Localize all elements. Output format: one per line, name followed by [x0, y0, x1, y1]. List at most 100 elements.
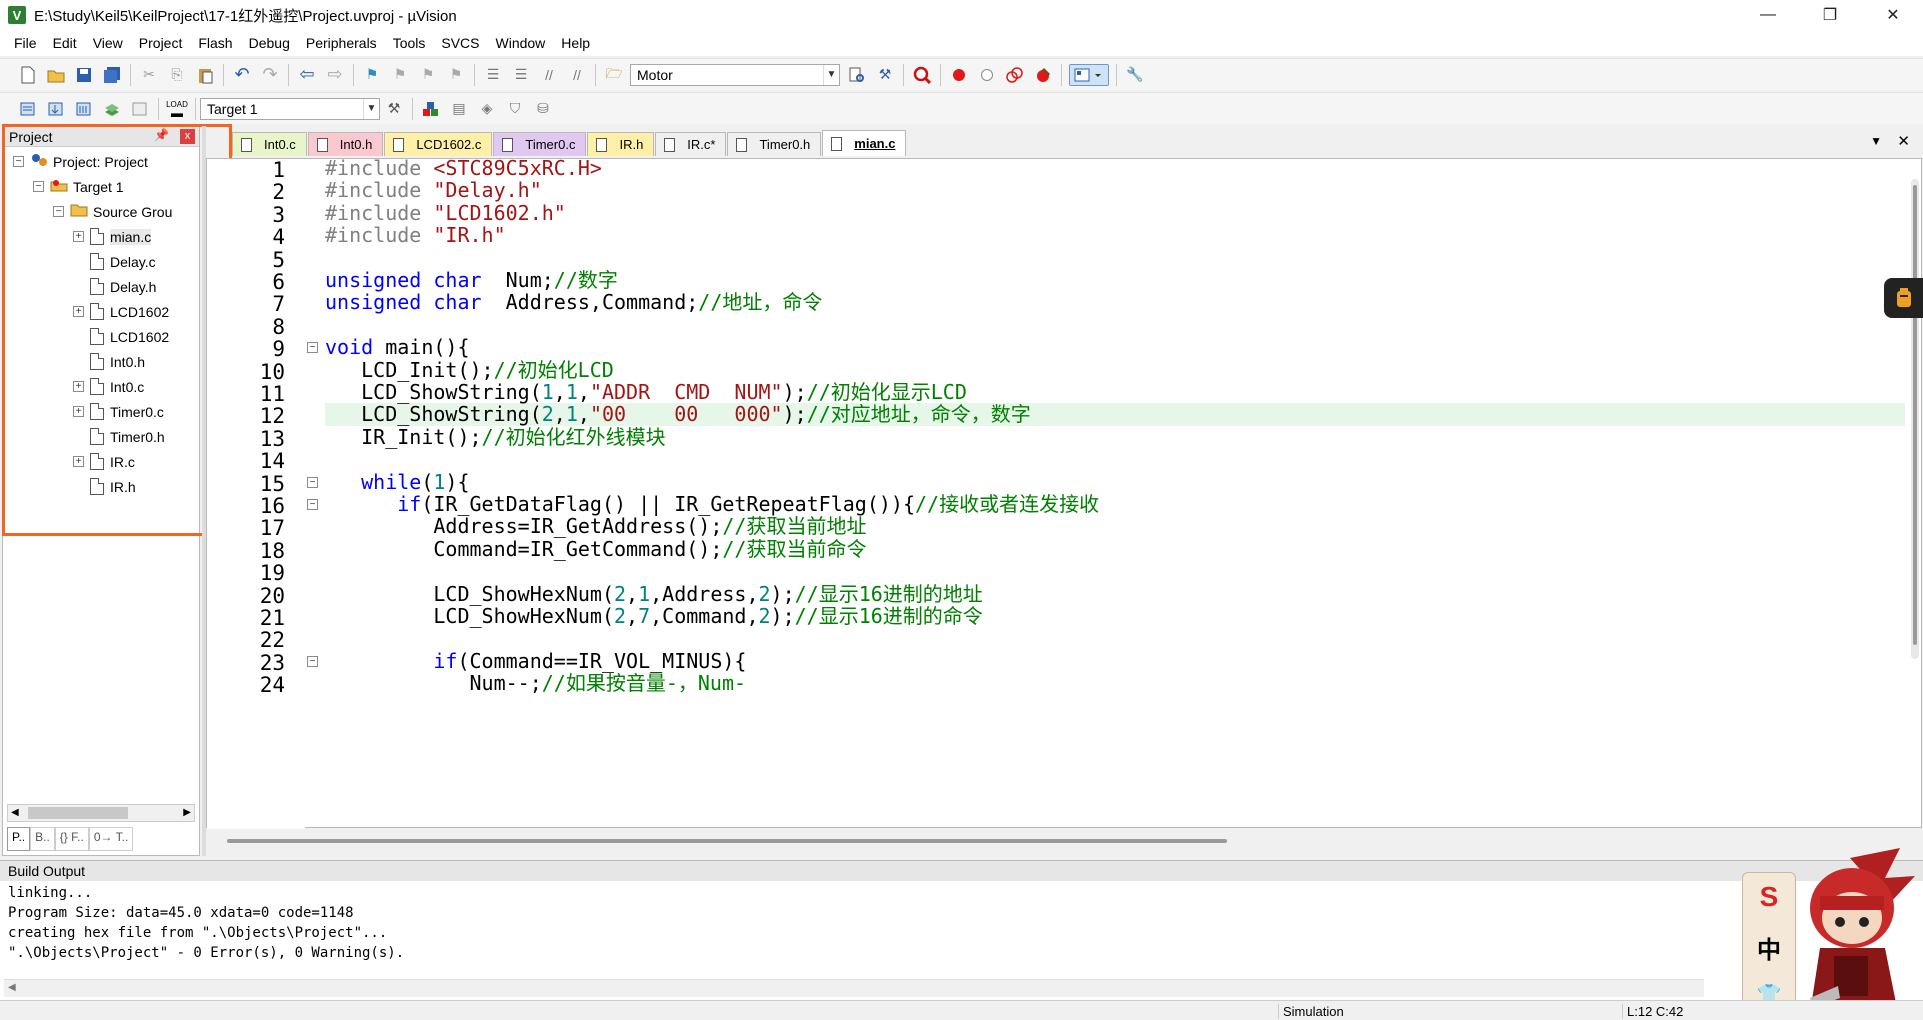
- configure-tools-icon[interactable]: 🔧: [1124, 64, 1146, 86]
- tree-item-0[interactable]: − Project: Project: [13, 149, 148, 174]
- navigate-back-icon[interactable]: ⇦: [296, 64, 318, 86]
- scroll-thumb[interactable]: [28, 807, 128, 819]
- target-options-icon[interactable]: ⚒: [383, 98, 405, 120]
- functions-tab[interactable]: {} F..: [54, 827, 89, 851]
- incremental-find-icon[interactable]: ⚒: [874, 64, 896, 86]
- previous-bookmark-icon[interactable]: ⚑: [389, 64, 411, 86]
- indent-icon[interactable]: ☰: [482, 64, 504, 86]
- download-icon[interactable]: LOAD ▬: [166, 98, 188, 120]
- menu-file[interactable]: File: [6, 30, 45, 56]
- run-time-environment-icon[interactable]: ⛁: [532, 98, 554, 120]
- insert-bookmark-icon[interactable]: ⚑: [361, 64, 383, 86]
- templates-tab[interactable]: 0→ T..: [88, 827, 134, 851]
- find-icon[interactable]: [846, 64, 868, 86]
- menu-flash[interactable]: Flash: [190, 30, 240, 56]
- scroll-left-icon[interactable]: ◀: [11, 807, 19, 818]
- restore-button[interactable]: ❐: [1807, 0, 1853, 30]
- fold-collapse-icon[interactable]: −: [307, 655, 318, 667]
- scroll-left-icon[interactable]: ◀: [8, 982, 16, 993]
- tab-irh[interactable]: IR.h: [587, 132, 655, 156]
- menu-peripherals[interactable]: Peripherals: [298, 30, 385, 56]
- navigate-forward-icon[interactable]: ⇨: [324, 64, 346, 86]
- fold-collapse-icon[interactable]: −: [307, 342, 318, 354]
- close-window-button[interactable]: ✕: [1870, 0, 1916, 30]
- expand-icon[interactable]: +: [73, 456, 84, 467]
- pin-icon[interactable]: 📌: [154, 128, 169, 142]
- uncomment-icon[interactable]: //: [566, 64, 588, 86]
- window-layout-icon[interactable]: [1069, 63, 1109, 86]
- expand-icon[interactable]: +: [73, 231, 84, 242]
- tree-item-5[interactable]: Delay.h: [73, 274, 156, 299]
- tree-item-9[interactable]: + Int0.c: [73, 374, 144, 399]
- target-combo[interactable]: Target 1 ▼: [200, 97, 380, 120]
- menu-tools[interactable]: Tools: [385, 30, 434, 56]
- tree-item-3[interactable]: + mian.c: [73, 224, 152, 249]
- unindent-icon[interactable]: ☰: [510, 64, 532, 86]
- paste-icon[interactable]: [194, 64, 216, 86]
- collapse-icon[interactable]: −: [33, 181, 44, 192]
- find-in-files-icon[interactable]: 🗁: [603, 64, 625, 86]
- save-icon[interactable]: [73, 64, 95, 86]
- close-tab-icon[interactable]: ✕: [1897, 132, 1910, 150]
- menu-debug[interactable]: Debug: [241, 30, 298, 56]
- stop-build-icon[interactable]: [129, 98, 151, 120]
- tree-horizontal-scrollbar[interactable]: ◀ ▶: [7, 804, 195, 822]
- debug-session-icon[interactable]: [911, 64, 933, 86]
- enable-breakpoint-icon[interactable]: [976, 64, 998, 86]
- fold-collapse-icon[interactable]: −: [307, 476, 318, 488]
- new-file-icon[interactable]: [17, 64, 39, 86]
- editor-vertical-scrollbar[interactable]: [1911, 179, 1919, 659]
- clear-bookmarks-icon[interactable]: ⚑: [445, 64, 467, 86]
- batch-build-icon[interactable]: [101, 98, 123, 120]
- code-editor[interactable]: ▷ 12345678910111213141516171819202122232…: [206, 157, 1922, 843]
- menu-help[interactable]: Help: [553, 30, 598, 56]
- tree-item-12[interactable]: + IR.c: [73, 449, 135, 474]
- file-extensions-icon[interactable]: ▤: [448, 98, 470, 120]
- next-bookmark-icon[interactable]: ⚑: [417, 64, 439, 86]
- tree-item-11[interactable]: Timer0.h: [73, 424, 165, 449]
- pack-installer-icon[interactable]: ⛉: [504, 98, 526, 120]
- translate-icon[interactable]: [17, 98, 39, 120]
- select-packs-icon[interactable]: ◈: [476, 98, 498, 120]
- comment-icon[interactable]: //: [538, 64, 560, 86]
- collapse-icon[interactable]: −: [53, 206, 64, 217]
- fold-collapse-icon[interactable]: −: [307, 499, 318, 510]
- tab-list-dropdown-icon[interactable]: ▼: [1870, 134, 1882, 148]
- save-all-icon[interactable]: [101, 64, 123, 86]
- manage-components-icon[interactable]: [420, 98, 442, 120]
- tree-item-13[interactable]: IR.h: [73, 474, 136, 499]
- books-tab[interactable]: B..: [30, 827, 55, 851]
- undo-icon[interactable]: ↶: [231, 64, 253, 86]
- menu-project[interactable]: Project: [131, 30, 191, 56]
- tab-timer0h[interactable]: Timer0.h: [727, 132, 822, 156]
- tab-lcd1602c[interactable]: LCD1602.c: [384, 132, 493, 156]
- collapse-icon[interactable]: −: [13, 156, 24, 167]
- tree-item-7[interactable]: LCD1602: [73, 324, 169, 349]
- tab-mianc[interactable]: mian.c: [822, 130, 907, 156]
- tree-item-8[interactable]: Int0.h: [73, 349, 145, 374]
- copy-icon[interactable]: ⎘: [166, 64, 188, 86]
- tree-item-10[interactable]: + Timer0.c: [73, 399, 164, 424]
- chevron-down-icon[interactable]: ▼: [823, 64, 839, 85]
- cut-icon[interactable]: ✂: [138, 64, 160, 86]
- expand-icon[interactable]: +: [73, 406, 84, 417]
- redo-icon[interactable]: ↷: [259, 64, 281, 86]
- open-file-icon[interactable]: [45, 64, 67, 86]
- menu-edit[interactable]: Edit: [45, 30, 85, 56]
- vertical-scroll-thumb[interactable]: [1913, 185, 1917, 645]
- tree-item-4[interactable]: Delay.c: [73, 249, 156, 274]
- tree-item-1[interactable]: − Target 1: [33, 174, 124, 199]
- floating-assistant-button[interactable]: [1884, 278, 1923, 318]
- project-tab[interactable]: P..: [7, 827, 31, 851]
- menu-window[interactable]: Window: [488, 30, 554, 56]
- tab-int0c[interactable]: Int0.c: [232, 132, 307, 156]
- editor-horizontal-scrollbar[interactable]: [227, 839, 1227, 843]
- chevron-down-icon[interactable]: ▼: [363, 98, 379, 119]
- kill-all-breakpoints-icon[interactable]: [1032, 64, 1054, 86]
- menu-view[interactable]: View: [85, 30, 131, 56]
- tree-item-6[interactable]: + LCD1602: [73, 299, 169, 324]
- expand-icon[interactable]: +: [73, 381, 84, 392]
- insert-breakpoint-icon[interactable]: [948, 64, 970, 86]
- find-combo[interactable]: Motor ▼: [630, 63, 840, 86]
- tree-item-2[interactable]: − Source Grou: [53, 199, 172, 224]
